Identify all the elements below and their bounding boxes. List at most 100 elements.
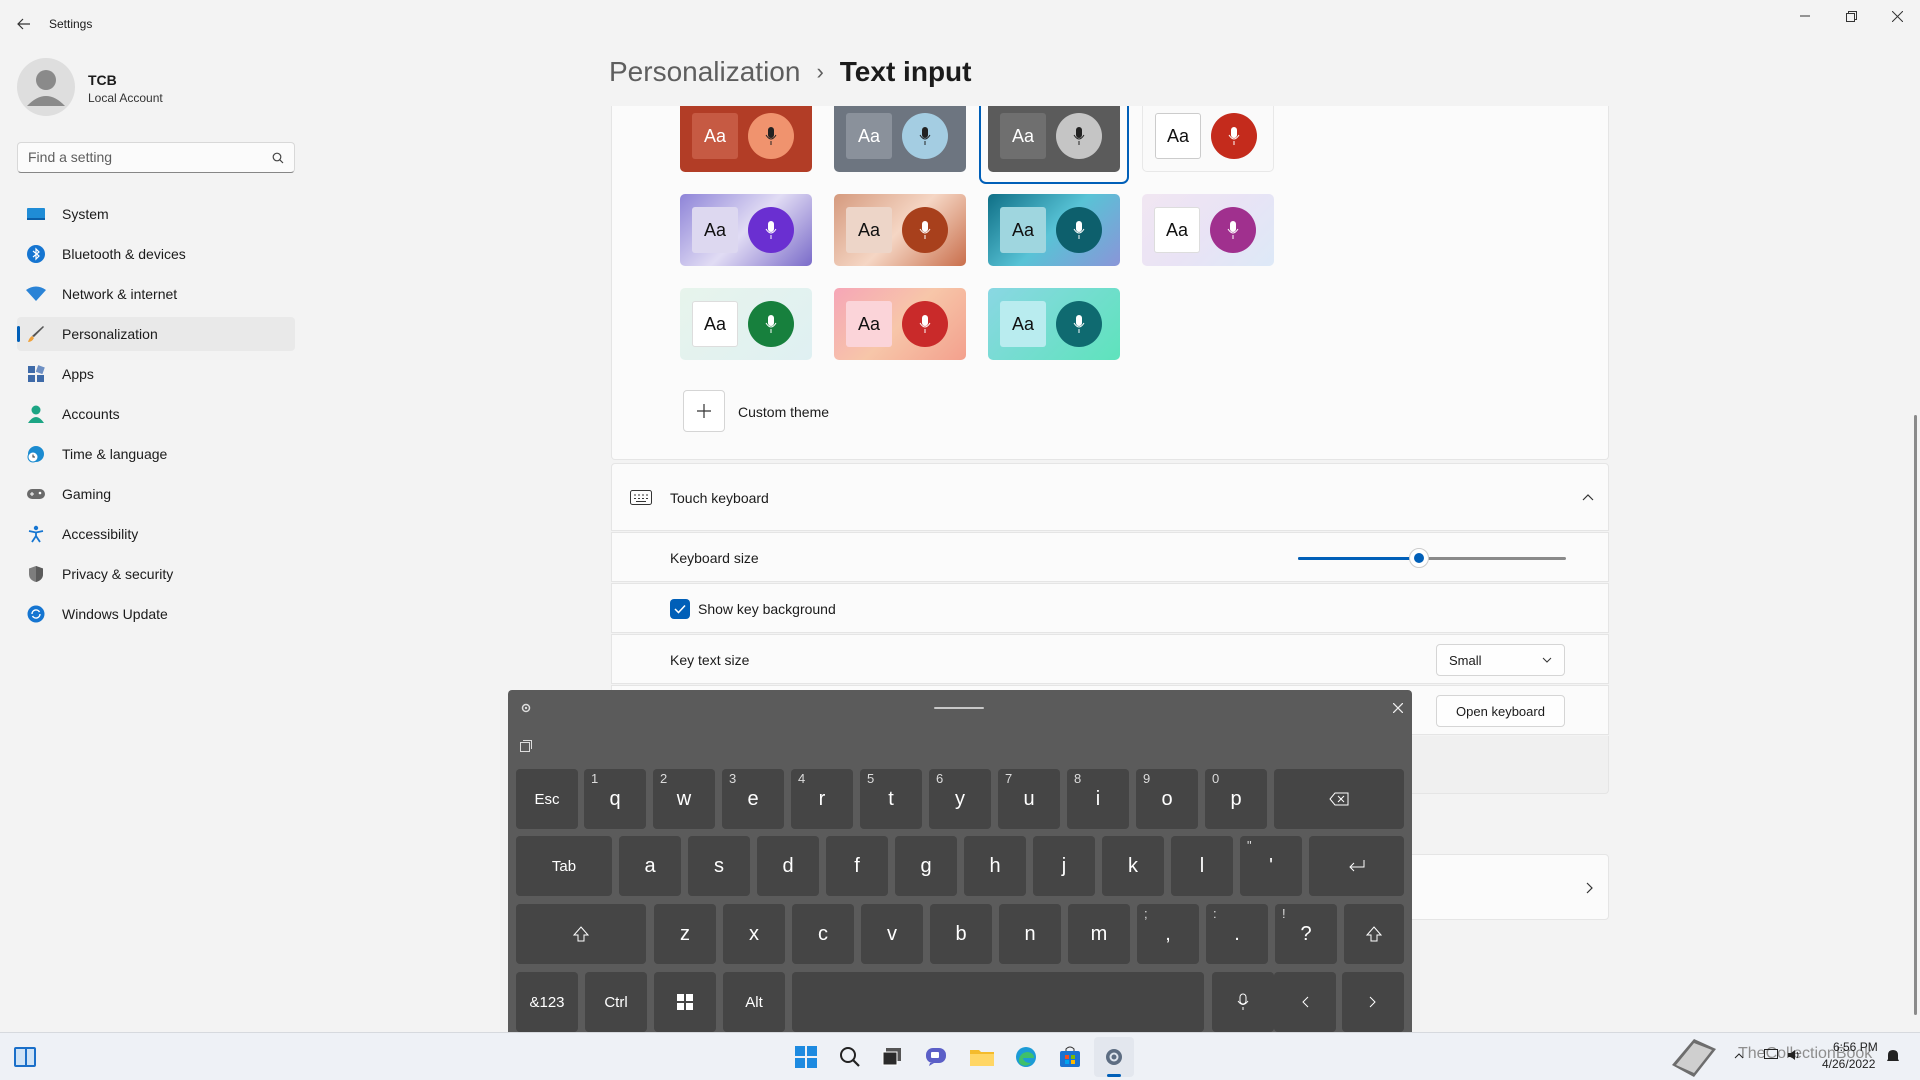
chevron-up-tray-icon[interactable] [1734, 1053, 1744, 1059]
key-h[interactable]: h [964, 836, 1026, 896]
key-e[interactable]: e3 [722, 769, 784, 829]
sidebar-item-apps[interactable]: Apps [17, 357, 295, 391]
chevron-up-icon[interactable] [1582, 493, 1594, 501]
gear-icon[interactable] [520, 702, 532, 714]
key-u[interactable]: u7 [998, 769, 1060, 829]
ctrl-key[interactable]: Ctrl [585, 972, 647, 1032]
scrollbar-thumb[interactable] [1914, 415, 1917, 1015]
alt-key[interactable]: Alt [723, 972, 785, 1032]
sidebar-item-network[interactable]: Network & internet [17, 277, 295, 311]
task-view-button[interactable] [872, 1037, 912, 1077]
clock-time[interactable]: 6:56 PM [1833, 1040, 1878, 1054]
key-j[interactable]: j [1033, 836, 1095, 896]
keyboard-size-slider[interactable] [1298, 548, 1566, 568]
key-m[interactable]: m [1068, 904, 1130, 964]
key-b[interactable]: b [930, 904, 992, 964]
notification-icon[interactable] [1886, 1049, 1900, 1063]
search-box[interactable] [17, 142, 295, 173]
key-,[interactable]: ,; [1137, 904, 1199, 964]
key-f[interactable]: f [826, 836, 888, 896]
touch-keyboard-header[interactable]: Touch keyboard [611, 463, 1609, 531]
key-x[interactable]: x [723, 904, 785, 964]
slider-thumb[interactable] [1408, 548, 1429, 568]
breadcrumb-parent[interactable]: Personalization [609, 56, 800, 88]
sidebar-item-accessibility[interactable]: Accessibility [17, 517, 295, 551]
key-q[interactable]: q1 [584, 769, 646, 829]
theme-tile[interactable]: Aa [834, 288, 966, 360]
enter-key[interactable] [1309, 836, 1404, 896]
key-n[interactable]: n [999, 904, 1061, 964]
arrow-right-key[interactable] [1342, 972, 1404, 1032]
key-'[interactable]: ' " [1240, 836, 1302, 896]
store-button[interactable] [1050, 1037, 1090, 1077]
file-explorer-button[interactable] [962, 1037, 1002, 1077]
theme-tile[interactable]: Aa [988, 288, 1120, 360]
backspace-key[interactable] [1274, 769, 1404, 829]
settings-taskbar-button[interactable] [1094, 1037, 1134, 1077]
widgets-button[interactable] [14, 1047, 36, 1067]
key-g[interactable]: g [895, 836, 957, 896]
theme-tile[interactable]: Aa [680, 106, 812, 172]
theme-tile[interactable]: Aa [680, 288, 812, 360]
key-r[interactable]: r4 [791, 769, 853, 829]
key-p[interactable]: p0 [1205, 769, 1267, 829]
space-key[interactable] [792, 972, 1204, 1032]
key-l[interactable]: l [1171, 836, 1233, 896]
dictation-key[interactable] [1212, 972, 1274, 1032]
close-window-button[interactable] [1874, 0, 1920, 32]
close-keyboard-icon[interactable] [1393, 703, 1403, 713]
key-c[interactable]: c [792, 904, 854, 964]
clipboard-icon[interactable] [520, 740, 532, 752]
drag-handle[interactable] [934, 707, 984, 709]
theme-tile[interactable]: Aa [680, 194, 812, 266]
edge-button[interactable] [1006, 1037, 1046, 1077]
key-z[interactable]: z [654, 904, 716, 964]
search-input[interactable] [18, 143, 258, 171]
custom-theme-button[interactable] [683, 390, 725, 432]
sidebar-item-gaming[interactable]: Gaming [17, 477, 295, 511]
restore-button[interactable] [1828, 0, 1874, 32]
arrow-left-key[interactable] [1274, 972, 1336, 1032]
theme-tile[interactable]: Aa [1142, 106, 1274, 172]
show-key-background-checkbox[interactable] [670, 599, 690, 619]
sidebar-item-system[interactable]: System [17, 197, 295, 231]
theme-tile[interactable]: Aa [834, 194, 966, 266]
windows-key[interactable] [654, 972, 716, 1032]
minimize-button[interactable] [1782, 0, 1828, 32]
sidebar-item-windows-update[interactable]: Windows Update [17, 597, 295, 631]
key-y[interactable]: y6 [929, 769, 991, 829]
tab-key[interactable]: Tab [516, 836, 612, 896]
symbols-key[interactable]: &123 [516, 972, 578, 1032]
taskbar-search-button[interactable] [830, 1037, 870, 1077]
key-t[interactable]: t5 [860, 769, 922, 829]
sidebar-item-accounts[interactable]: Accounts [17, 397, 295, 431]
shift-right-key[interactable] [1344, 904, 1404, 964]
key-k[interactable]: k [1102, 836, 1164, 896]
start-button[interactable] [786, 1037, 826, 1077]
key-v[interactable]: v [861, 904, 923, 964]
key-o[interactable]: o9 [1136, 769, 1198, 829]
key-s[interactable]: s [688, 836, 750, 896]
key-d[interactable]: d [757, 836, 819, 896]
volume-icon[interactable] [1787, 1049, 1801, 1061]
monitor-tray-icon[interactable] [1764, 1049, 1778, 1061]
sidebar-item-bluetooth[interactable]: Bluetooth & devices [17, 237, 295, 271]
key-i[interactable]: i8 [1067, 769, 1129, 829]
key-.[interactable]: .: [1206, 904, 1268, 964]
teams-chat-button[interactable] [916, 1037, 956, 1077]
avatar[interactable] [17, 58, 75, 116]
key-w[interactable]: w2 [653, 769, 715, 829]
sidebar-item-time-language[interactable]: Time & language [17, 437, 295, 471]
sidebar-item-privacy[interactable]: Privacy & security [17, 557, 295, 591]
theme-tile[interactable]: Aa [988, 194, 1120, 266]
theme-tile[interactable]: Aa [834, 106, 966, 172]
key-?[interactable]: ?! [1275, 904, 1337, 964]
key-a[interactable]: a [619, 836, 681, 896]
sidebar-item-personalization[interactable]: Personalization [17, 317, 295, 351]
back-button[interactable] [12, 12, 36, 36]
theme-tile[interactable]: Aa [1142, 194, 1274, 266]
theme-tile-selected[interactable]: Aa [988, 106, 1120, 172]
key-text-size-dropdown[interactable]: Small [1436, 644, 1565, 676]
open-keyboard-button[interactable]: Open keyboard [1436, 695, 1565, 727]
shift-left-key[interactable] [516, 904, 646, 964]
